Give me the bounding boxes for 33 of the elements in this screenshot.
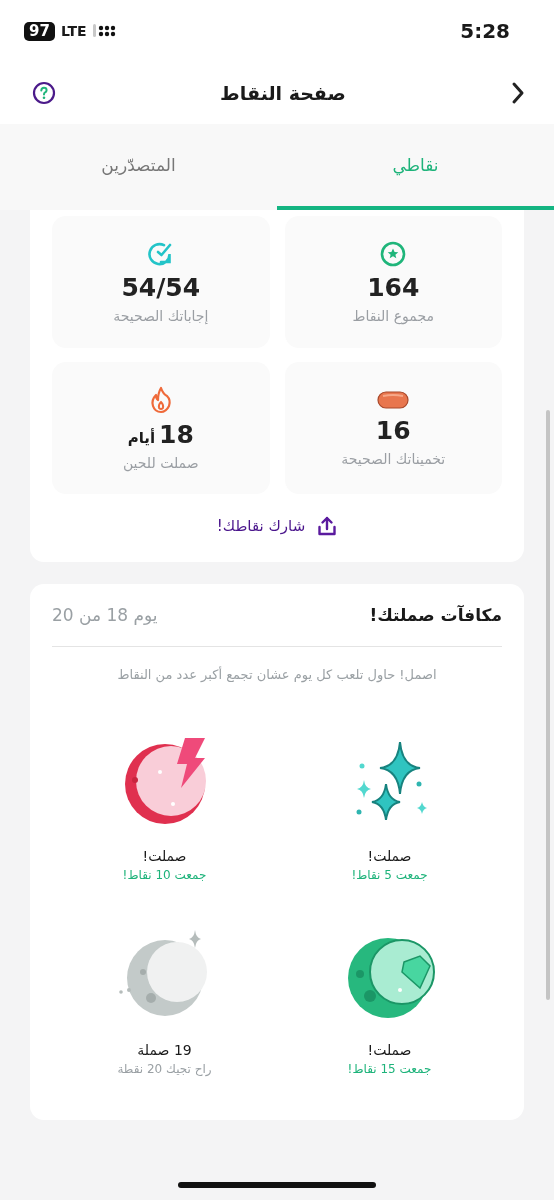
reward-title: صملت! <box>367 848 412 864</box>
day-counter: يوم 18 من 20 <box>52 605 158 625</box>
help-icon[interactable] <box>32 81 56 105</box>
battery-level: 97 <box>24 21 55 41</box>
reward-title: 19 صملة <box>137 1042 192 1058</box>
tab[interactable]: المتصدّرين <box>0 124 277 210</box>
flame-icon <box>148 385 173 414</box>
reward-caption: راح تجيك 20 نقطة <box>117 1062 212 1076</box>
page-title: صفحة النقاط <box>220 82 346 104</box>
reward-caption: جمعت 10 نقاط! <box>122 868 207 882</box>
back-icon[interactable] <box>510 81 526 105</box>
hint-text: اصمل! حاول تلعب كل يوم عشان تجمع أكبر عدد من النقاط <box>116 667 438 682</box>
star-badge-icon <box>380 240 407 267</box>
stat-value: 164 <box>367 272 420 302</box>
stat-label: إجاباتك الصحيحة <box>113 307 209 324</box>
stat-value: 54/54 <box>121 272 201 302</box>
reward-title: صملت! <box>142 848 187 864</box>
stat-label: صملت للحين <box>122 454 199 471</box>
status-time: 5:28 <box>460 19 510 43</box>
share-icon[interactable] <box>317 516 338 536</box>
reward-caption: جمعت 5 نقاط! <box>351 868 428 882</box>
reward-caption: جمعت 15 نقاط! <box>347 1062 432 1076</box>
stat-value: 16 <box>375 415 411 445</box>
card-title: مكافآت صملتك! <box>369 605 502 625</box>
stat-unit: أيام <box>127 428 156 447</box>
reward-title: صملت! <box>367 1042 412 1058</box>
stat-label: مجموع النقاط <box>352 307 434 324</box>
signal-icon <box>92 24 117 38</box>
network-type: LTE <box>60 23 87 39</box>
date-fruit-icon <box>377 389 410 410</box>
stat-value: 18 <box>159 419 194 449</box>
stat-label: تخميناتك الصحيحة <box>341 450 446 467</box>
share-link[interactable]: شارك نقاطك! <box>52 516 502 536</box>
